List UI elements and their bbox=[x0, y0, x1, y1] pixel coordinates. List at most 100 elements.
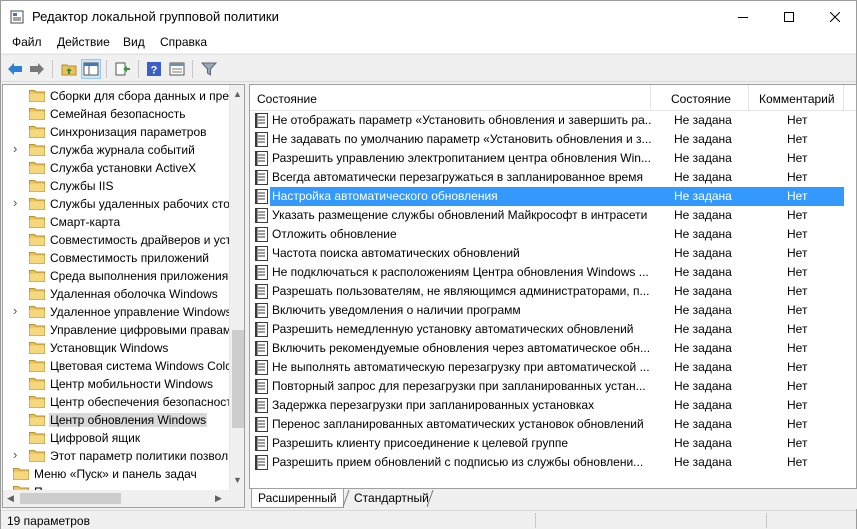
expand-chevron-icon[interactable]: › bbox=[13, 195, 22, 210]
policy-name: Разрешить управлению электропитанием цен… bbox=[272, 151, 651, 165]
policy-row[interactable]: Не подключаться к расположениям Центра о… bbox=[250, 263, 856, 282]
back-button[interactable] bbox=[5, 59, 25, 79]
maximize-button[interactable] bbox=[766, 1, 812, 32]
tree-item[interactable]: Совместимость приложений bbox=[3, 249, 229, 267]
policy-comment: Нет bbox=[787, 113, 808, 127]
tree-item[interactable]: Сборки для сбора данных и пре bbox=[3, 87, 229, 105]
tab-extended[interactable]: Расширенный bbox=[251, 489, 344, 508]
menu-view[interactable]: Вид bbox=[123, 35, 145, 49]
forward-button[interactable] bbox=[27, 59, 47, 79]
tree-horizontal-scrollbar[interactable]: ◀ ▶ bbox=[3, 490, 229, 507]
tree-item[interactable]: Смарт-карта bbox=[3, 213, 229, 231]
help-button[interactable]: ? bbox=[144, 59, 164, 79]
policy-row[interactable]: Разрешить клиенту присоединение к целево… bbox=[250, 434, 856, 453]
scroll-left-icon[interactable]: ◀ bbox=[7, 493, 14, 504]
tree-item[interactable]: › Служба журнала событий bbox=[3, 141, 229, 159]
folder-icon bbox=[29, 378, 45, 390]
policy-row[interactable]: Частота поиска автоматических обновлений… bbox=[250, 244, 856, 263]
policy-row[interactable]: Разрешить управлению электропитанием цен… bbox=[250, 149, 856, 168]
expand-chevron-icon[interactable]: › bbox=[13, 447, 22, 462]
tree-item[interactable]: Служба установки ActiveX bbox=[3, 159, 229, 177]
tree-item[interactable]: › Удаленное управление Windows bbox=[3, 303, 229, 321]
policy-row[interactable]: Разрешить прием обновлений с подписью из… bbox=[250, 453, 856, 472]
scroll-down-icon[interactable]: ▼ bbox=[233, 475, 242, 485]
up-level-button[interactable] bbox=[59, 59, 79, 79]
policy-setting-icon bbox=[255, 246, 268, 261]
policy-row[interactable]: Задержка перезагрузки при запланированны… bbox=[250, 396, 856, 415]
tab-standard[interactable]: Стандартный bbox=[348, 489, 435, 508]
tree-item-label: Семейная безопасность bbox=[50, 107, 186, 121]
tree-vertical-scroll-thumb[interactable] bbox=[232, 330, 244, 428]
column-header-state[interactable]: Состояние bbox=[651, 85, 749, 111]
tree-item[interactable]: Совместимость драйверов и уст bbox=[3, 231, 229, 249]
tree-item[interactable]: › Этот параметр политики позвол bbox=[3, 447, 229, 465]
policy-row[interactable]: Включить уведомления о наличии программ Н… bbox=[250, 301, 856, 320]
policy-row[interactable]: Не отображать параметр «Установить обнов… bbox=[250, 111, 856, 130]
expand-chevron-icon[interactable]: › bbox=[13, 303, 22, 318]
tree-item[interactable]: Семейная безопасность bbox=[3, 105, 229, 123]
properties-button[interactable] bbox=[167, 59, 187, 79]
policy-row[interactable]: Не задавать по умолчанию параметр «Устан… bbox=[250, 130, 856, 149]
policy-row[interactable]: Разрешить немедленную установку автомати… bbox=[250, 320, 856, 339]
tree-item[interactable]: Цветовая система Windows Colc bbox=[3, 357, 229, 375]
policy-row[interactable]: Указать размещение службы обновлений Май… bbox=[250, 206, 856, 225]
policy-list[interactable]: Состояние Состояние Комментарий Не отобр… bbox=[249, 84, 857, 489]
tree-item[interactable]: Центр мобильности Windows bbox=[3, 375, 229, 393]
tree-item[interactable]: Управление цифровыми правам bbox=[3, 321, 229, 339]
help-icon: ? bbox=[147, 62, 161, 77]
tree-item[interactable]: Цифровой ящик bbox=[3, 429, 229, 447]
scroll-right-icon[interactable]: ▶ bbox=[215, 493, 222, 504]
expand-chevron-icon[interactable]: › bbox=[3, 465, 6, 477]
filter-button[interactable] bbox=[199, 59, 219, 79]
folder-icon bbox=[13, 468, 29, 480]
policy-setting-icon bbox=[255, 113, 268, 128]
policy-setting-icon bbox=[255, 189, 268, 204]
tree-horizontal-scroll-thumb[interactable] bbox=[20, 493, 121, 504]
status-bar: 19 параметров bbox=[1, 510, 856, 529]
back-arrow-icon bbox=[8, 63, 22, 75]
tree-item[interactable]: Синхронизация параметров bbox=[3, 123, 229, 141]
policy-row[interactable]: Всегда автоматически перезагружаться в з… bbox=[250, 168, 856, 187]
policy-row[interactable]: Включить рекомендуемые обновления через … bbox=[250, 339, 856, 358]
policy-state: Не задана bbox=[674, 417, 732, 431]
expand-chevron-icon[interactable]: › bbox=[13, 141, 22, 156]
policy-row[interactable]: Отложить обновление Не задана Нет bbox=[250, 225, 856, 244]
close-button[interactable] bbox=[812, 1, 857, 32]
policy-name: Разрешить прием обновлений с подписью из… bbox=[272, 455, 644, 469]
column-header-setting[interactable]: Состояние bbox=[250, 85, 651, 111]
policy-row[interactable]: Перенос запланированных автоматических у… bbox=[250, 415, 856, 434]
tree-item[interactable]: › Службы удаленных рабочих сто bbox=[3, 195, 229, 213]
show-hide-tree-button[interactable] bbox=[81, 59, 101, 79]
tree-item[interactable]: Установщик Windows bbox=[3, 339, 229, 357]
minimize-button[interactable] bbox=[720, 1, 766, 32]
menu-action[interactable]: Действие bbox=[57, 35, 110, 49]
folder-icon bbox=[29, 144, 45, 156]
scroll-up-icon[interactable]: ▲ bbox=[233, 89, 242, 99]
tree-item[interactable]: Центр обновления Windows bbox=[3, 411, 229, 429]
policy-row[interactable]: Не выполнять автоматическую перезагрузку… bbox=[250, 358, 856, 377]
tree-item[interactable]: Службы IIS bbox=[3, 177, 229, 195]
console-tree[interactable]: Сборки для сбора данных и пре Семейная бе… bbox=[2, 84, 245, 508]
toolbar-separator bbox=[106, 60, 107, 78]
menu-help[interactable]: Справка bbox=[160, 35, 207, 49]
tree-item[interactable]: Среда выполнения приложения bbox=[3, 267, 229, 285]
policy-comment: Нет bbox=[787, 170, 808, 184]
policy-state: Не задана bbox=[674, 398, 732, 412]
policy-row[interactable]: Разрешать пользователям, не являющимся а… bbox=[250, 282, 856, 301]
tree-item[interactable]: Удаленная оболочка Windows bbox=[3, 285, 229, 303]
policy-row[interactable]: Настройка автоматического обновления Не з… bbox=[250, 187, 856, 206]
tree-item[interactable]: Центр обеспечения безопасност bbox=[3, 393, 229, 411]
policy-name: Разрешать пользователям, не являющимся а… bbox=[272, 284, 650, 298]
title-bar[interactable]: Редактор локальной групповой политики bbox=[1, 1, 856, 32]
tree-item-label: Совместимость приложений bbox=[50, 251, 209, 265]
tree-vertical-scrollbar[interactable]: ▲ ▼ bbox=[229, 85, 244, 490]
policy-row[interactable]: Повторный запрос для перезагрузки при за… bbox=[250, 377, 856, 396]
menu-file[interactable]: Файл bbox=[12, 35, 42, 49]
tree-item[interactable]: › Меню «Пуск» и панель задач bbox=[3, 465, 229, 483]
export-list-button[interactable] bbox=[113, 59, 133, 79]
column-header-comment[interactable]: Комментарий bbox=[749, 85, 844, 111]
